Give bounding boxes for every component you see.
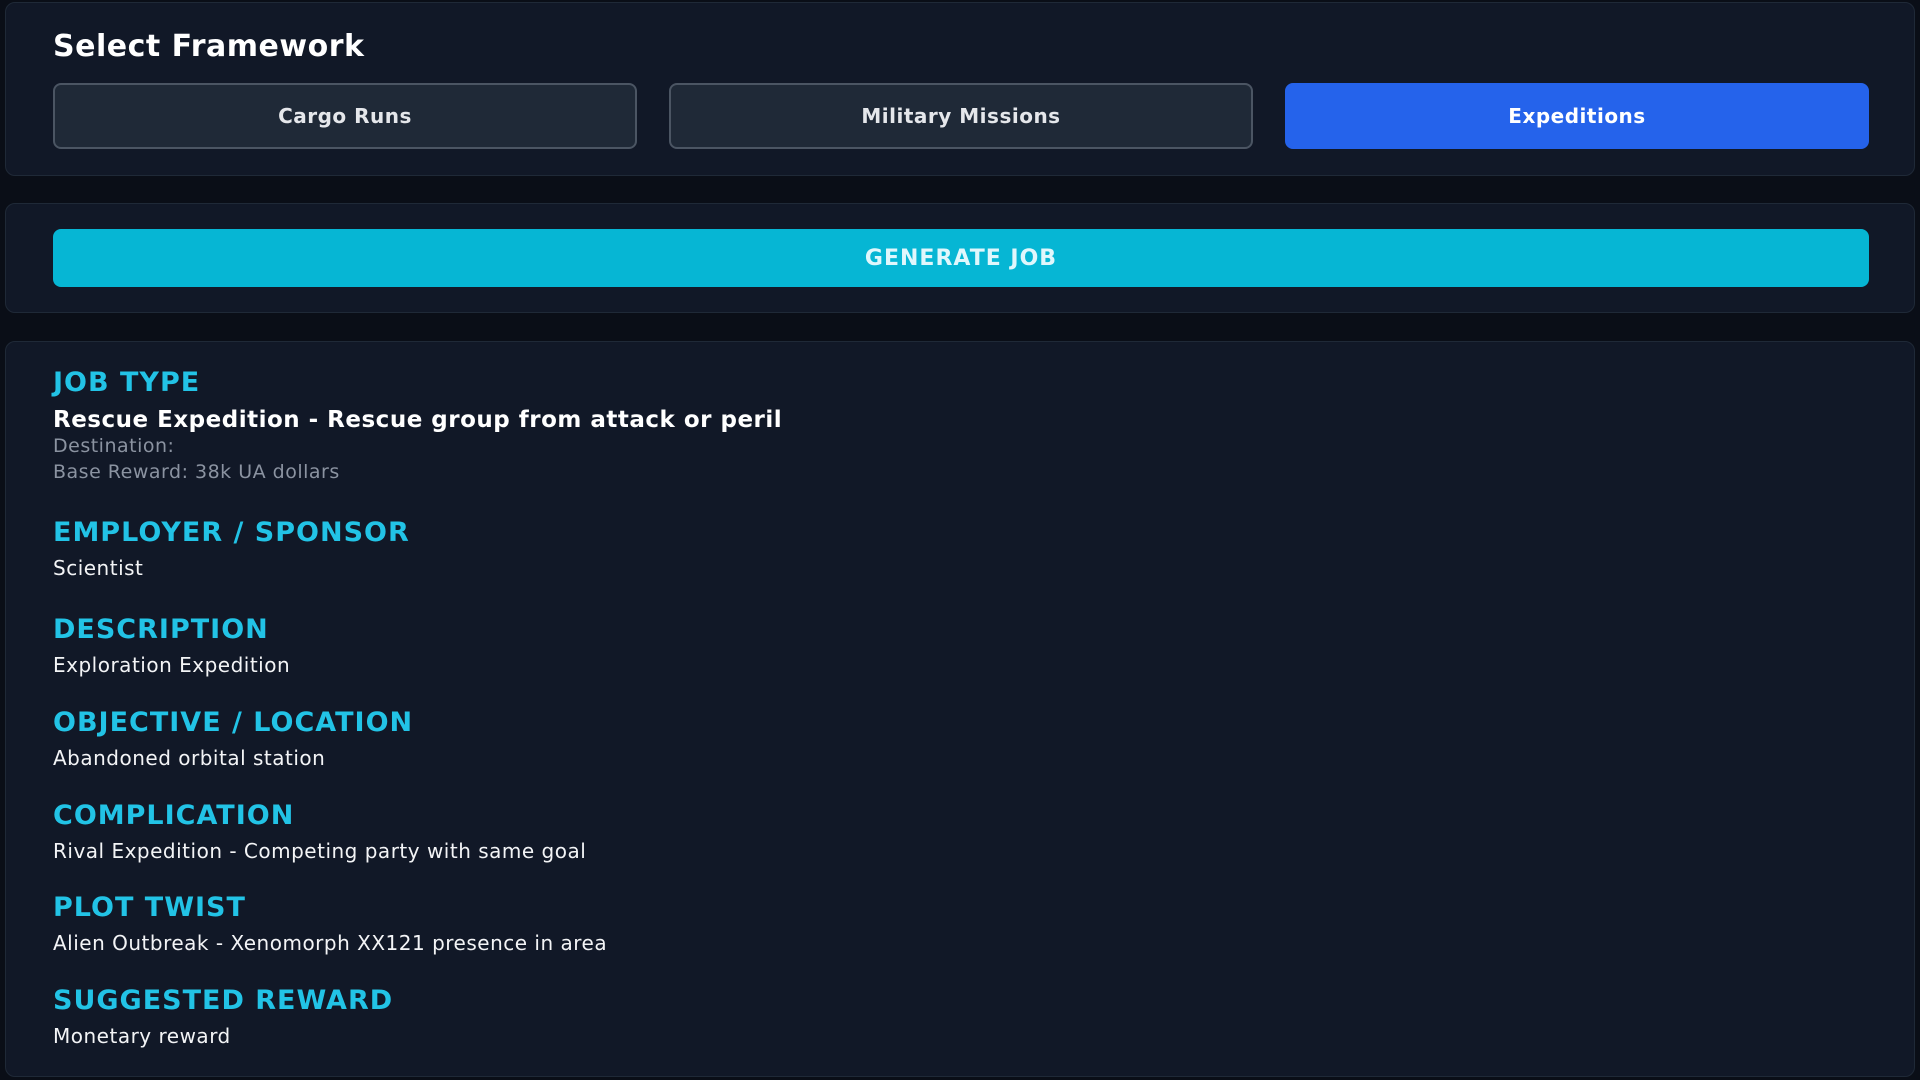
job-result-panel: JOB TYPE Rescue Expedition - Rescue grou… bbox=[5, 341, 1915, 1077]
job-destination: Destination: bbox=[53, 435, 175, 457]
complication-label: COMPLICATION bbox=[53, 800, 295, 831]
framework-cargo-runs-button[interactable]: Cargo Runs bbox=[53, 83, 637, 149]
framework-panel: Select Framework Cargo Runs Military Mis… bbox=[5, 2, 1915, 176]
complication-section: COMPLICATION Rival Expedition - Competin… bbox=[53, 800, 586, 864]
job-base-reward: Base Reward: 38k UA dollars bbox=[53, 461, 340, 483]
description-value: Exploration Expedition bbox=[53, 653, 291, 677]
objective-value: Abandoned orbital station bbox=[53, 746, 326, 770]
job-generator-page: Select Framework Cargo Runs Military Mis… bbox=[0, 0, 1920, 1080]
framework-expeditions-button[interactable]: Expeditions bbox=[1285, 83, 1869, 149]
employer-section: EMPLOYER / SPONSOR Scientist bbox=[53, 517, 410, 581]
complication-value: Rival Expedition - Competing party with … bbox=[53, 839, 587, 863]
generate-panel: GENERATE JOB bbox=[5, 203, 1915, 313]
job-type-section: JOB TYPE Rescue Expedition - Rescue grou… bbox=[53, 367, 782, 485]
plot-twist-section: PLOT TWIST Alien Outbreak - Xenomorph XX… bbox=[53, 892, 607, 956]
plot-twist-label: PLOT TWIST bbox=[53, 892, 246, 923]
generate-job-button[interactable]: GENERATE JOB bbox=[53, 229, 1869, 287]
framework-military-missions-button[interactable]: Military Missions bbox=[669, 83, 1253, 149]
job-type-value: Rescue Expedition - Rescue group from at… bbox=[53, 407, 783, 433]
plot-twist-value: Alien Outbreak - Xenomorph XX121 presenc… bbox=[53, 931, 608, 955]
job-type-label: JOB TYPE bbox=[53, 367, 201, 398]
reward-label: SUGGESTED REWARD bbox=[53, 985, 394, 1016]
objective-label: OBJECTIVE / LOCATION bbox=[53, 707, 414, 738]
description-section: DESCRIPTION Exploration Expedition bbox=[53, 614, 290, 678]
employer-label: EMPLOYER / SPONSOR bbox=[53, 517, 410, 548]
reward-value: Monetary reward bbox=[53, 1024, 231, 1048]
description-label: DESCRIPTION bbox=[53, 614, 269, 645]
framework-options: Cargo Runs Military Missions Expeditions bbox=[53, 83, 1869, 149]
reward-section: SUGGESTED REWARD Monetary reward bbox=[53, 985, 393, 1049]
framework-title: Select Framework bbox=[53, 29, 365, 64]
objective-section: OBJECTIVE / LOCATION Abandoned orbital s… bbox=[53, 707, 413, 771]
employer-value: Scientist bbox=[53, 556, 144, 580]
